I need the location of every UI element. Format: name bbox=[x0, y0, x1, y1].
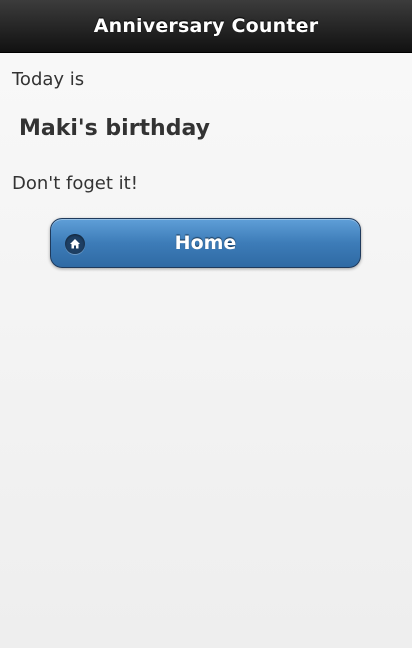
reminder-text: Don't foget it! bbox=[12, 173, 138, 194]
today-is-text: Today is bbox=[12, 69, 85, 90]
home-button[interactable]: Home bbox=[50, 218, 361, 268]
event-title: Maki's birthday bbox=[19, 116, 210, 141]
page-title: Anniversary Counter bbox=[93, 15, 319, 37]
app-header: Anniversary Counter bbox=[0, 0, 412, 53]
home-button-label: Home bbox=[174, 232, 237, 254]
